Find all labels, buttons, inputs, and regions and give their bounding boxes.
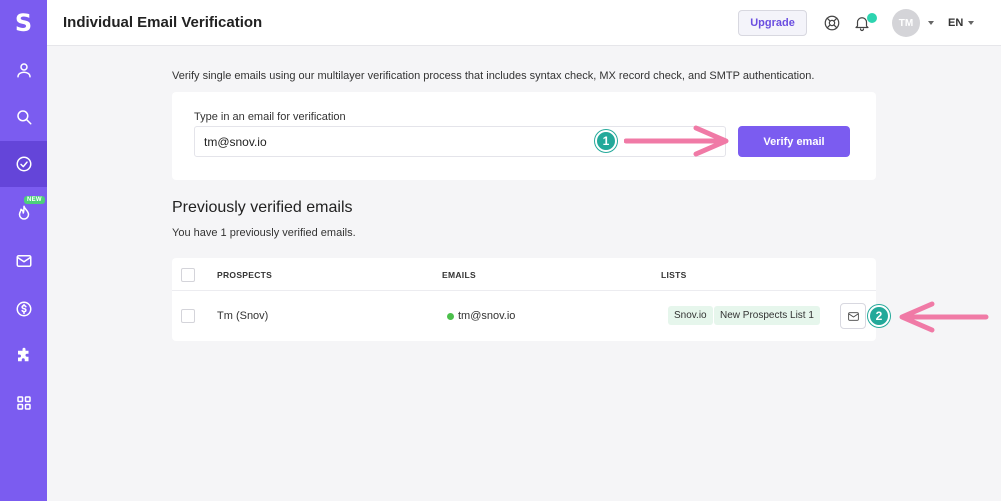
mail-icon [847,311,859,321]
sidebar-item-search[interactable] [0,94,47,140]
lifebuoy-icon [824,15,840,31]
user-icon [16,63,31,78]
chevron-down-icon[interactable] [928,21,934,25]
select-all-checkbox[interactable] [181,268,195,282]
verify-email-button[interactable]: Verify email [738,126,850,157]
column-emails: EMAILS [442,270,476,280]
snov-logo[interactable]: S [0,0,47,46]
table-header: PROSPECTS EMAILS LISTS [172,258,876,291]
send-email-button[interactable] [840,303,866,329]
email-status-dot [447,313,454,320]
puzzle-icon [17,347,28,362]
sidebar-item-campaigns[interactable] [0,238,47,284]
arrow-right-icon [624,125,729,157]
upgrade-button[interactable]: Upgrade [738,10,807,36]
list-tag[interactable]: Snov.io [668,306,713,325]
check-circle-icon [16,156,31,172]
logo-letter: S [14,9,33,37]
grid-icon [16,396,31,410]
sidebar-item-apps[interactable] [0,380,47,426]
notification-dot [867,13,877,23]
new-badge: NEW [24,196,45,204]
search-icon [16,110,31,125]
history-title: Previously verified emails [172,199,353,216]
verify-card: Type in an email for verification Verify… [172,92,876,180]
column-lists: LISTS [661,270,687,280]
sidebar-item-prospects[interactable] [0,47,47,93]
sidebar-item-integrations[interactable] [0,333,47,379]
email-input-label: Type in an email for verification [194,111,346,123]
help-button[interactable] [823,14,841,32]
sidebar-item-deals[interactable] [0,286,47,332]
prospect-name[interactable]: Tm (Snov) [217,310,268,322]
table-row: Tm (Snov) tm@snov.io Snov.io New Prospec… [172,291,876,341]
avatar[interactable]: TM [892,9,920,37]
intro-text: Verify single emails using our multilaye… [172,70,815,82]
sidebar-item-warmup[interactable]: NEW [0,190,47,236]
list-tag[interactable]: New Prospects List 1 [714,306,820,325]
mail-icon [16,255,31,267]
history-count: You have 1 previously verified emails. [172,227,356,239]
language-selector[interactable]: EN [948,17,963,29]
prospect-email: tm@snov.io [458,310,516,322]
column-prospects: PROSPECTS [217,270,273,280]
dollar-circle-icon [16,301,31,317]
arrow-left-icon [899,301,989,333]
verified-emails-table: PROSPECTS EMAILS LISTS Tm (Snov) tm@snov… [172,258,876,341]
flame-icon [18,205,29,220]
row-checkbox[interactable] [181,309,195,323]
sidebar: S NEW [0,0,47,501]
page-title: Individual Email Verification [63,14,263,31]
step-marker-1: 1 [595,130,617,152]
step-marker-2: 2 [868,305,890,327]
chevron-down-icon[interactable] [968,21,974,25]
sidebar-item-verification[interactable] [0,141,47,187]
top-bar: Individual Email Verification Upgrade TM… [47,0,1001,46]
